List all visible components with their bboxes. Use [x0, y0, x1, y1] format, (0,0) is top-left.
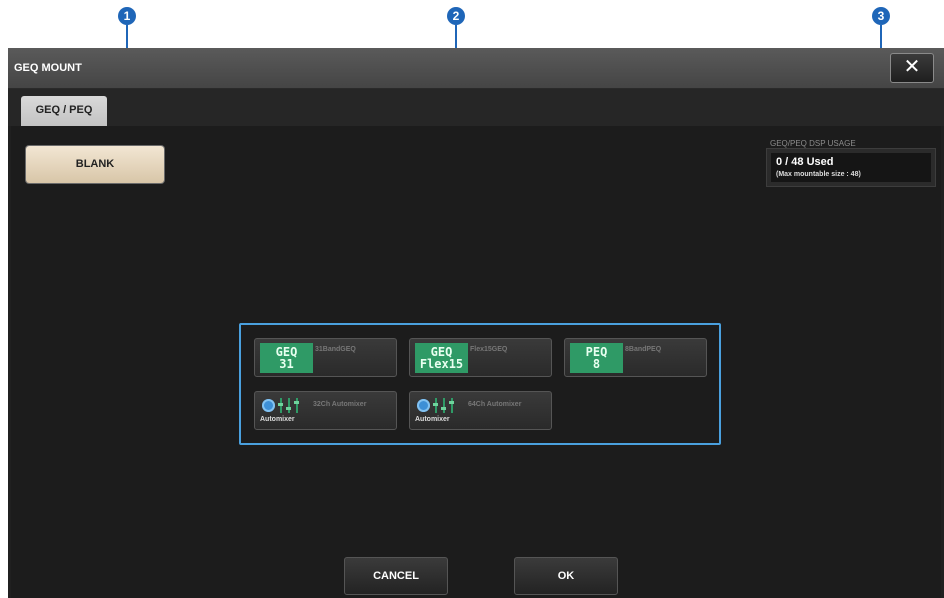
ok-button[interactable]: OK — [514, 557, 618, 595]
geq-flex15-icon: GEQ Flex15 — [415, 343, 468, 373]
close-button[interactable]: ✕ — [890, 53, 934, 83]
title-bar: GEQ MOUNT ✕ — [8, 48, 944, 89]
faders-icon — [278, 398, 302, 413]
tab-strip: GEQ / PEQ — [8, 89, 944, 126]
peq-8-icon: PEQ 8 — [570, 343, 623, 373]
faders-icon — [433, 398, 457, 413]
dsp-usage-used: 0 / 48 Used — [776, 156, 834, 168]
callout-1: 1 — [118, 7, 136, 25]
geq-31-icon: GEQ 31 — [260, 343, 313, 373]
module-label: 32Ch Automixer — [313, 401, 367, 408]
module-64ch-automixer-button[interactable]: Automixer 64Ch Automixer — [409, 391, 552, 430]
blank-button[interactable]: BLANK — [26, 146, 164, 183]
dsp-usage-label: GEQ/PEQ DSP USAGE — [770, 139, 856, 148]
module-label: 31BandGEQ — [315, 346, 356, 353]
callout-3: 3 — [872, 7, 890, 25]
automixer-icon: Automixer — [260, 396, 308, 426]
module-32ch-automixer-button[interactable]: Automixer 32Ch Automixer — [254, 391, 397, 430]
module-31band-geq-button[interactable]: GEQ 31 31BandGEQ — [254, 338, 397, 377]
module-label: 8BandPEQ — [625, 346, 662, 353]
module-label: 64Ch Automixer — [468, 401, 522, 408]
knob-icon — [262, 399, 275, 412]
callout-2: 2 — [447, 7, 465, 25]
cancel-button[interactable]: CANCEL — [344, 557, 448, 595]
module-label: Flex15GEQ — [470, 346, 508, 353]
dsp-usage-box: 0 / 48 Used (Max mountable size : 48) — [766, 148, 936, 187]
window-title: GEQ MOUNT — [14, 62, 82, 74]
automixer-icon: Automixer — [415, 396, 463, 426]
tab-geq-peq[interactable]: GEQ / PEQ — [21, 96, 107, 126]
automixer-icon-text: Automixer — [260, 416, 295, 423]
module-flex15-geq-button[interactable]: GEQ Flex15 Flex15GEQ — [409, 338, 552, 377]
module-8band-peq-button[interactable]: PEQ 8 8BandPEQ — [564, 338, 707, 377]
knob-icon — [417, 399, 430, 412]
close-icon: ✕ — [903, 56, 921, 78]
automixer-icon-text: Automixer — [415, 416, 450, 423]
dsp-usage-max: (Max mountable size : 48) — [776, 171, 861, 178]
